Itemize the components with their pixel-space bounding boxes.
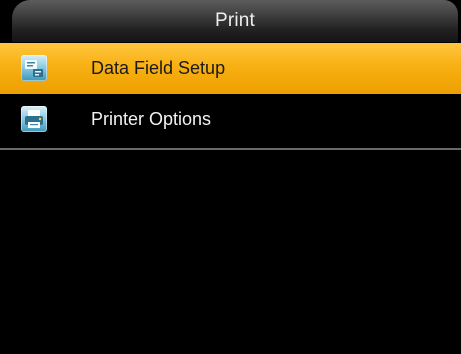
- menu-item-printer-options[interactable]: Printer Options: [0, 94, 461, 145]
- menu-item-label: Data Field Setup: [91, 58, 226, 78]
- printer-options-icon: [21, 106, 47, 132]
- menu-item-data-field-setup[interactable]: Data Field Setup: [0, 43, 461, 94]
- print-screen: Print Data Field Setup Printer Options: [0, 0, 461, 354]
- menu-item-label: Printer Options: [91, 109, 212, 129]
- menu-list: Data Field Setup Printer Options: [0, 43, 461, 145]
- title-bar: Print: [12, 0, 458, 42]
- divider: [0, 148, 461, 150]
- data-field-icon: [21, 55, 47, 81]
- page-title: Print: [214, 10, 256, 31]
